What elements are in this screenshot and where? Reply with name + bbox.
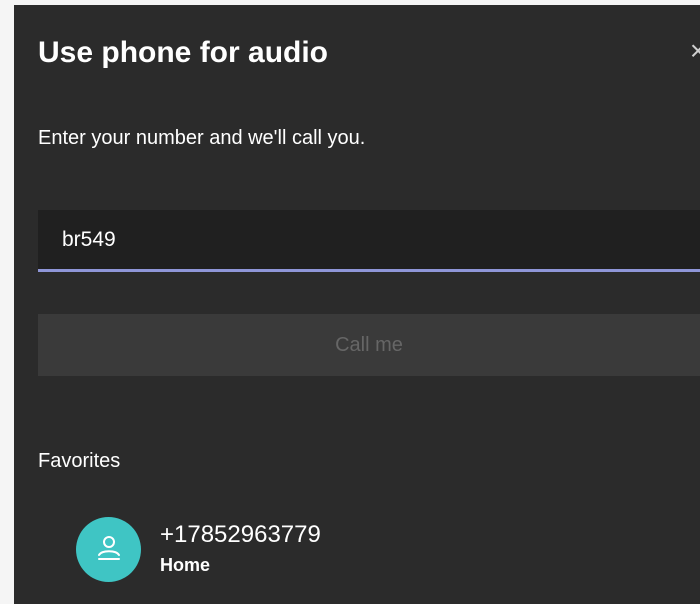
phone-number-field[interactable] xyxy=(38,210,700,272)
call-me-button[interactable]: Call me xyxy=(38,314,700,376)
close-icon: × xyxy=(689,35,700,66)
avatar xyxy=(76,517,141,582)
dialog-title: Use phone for audio xyxy=(38,36,329,69)
favorites-heading: Favorites xyxy=(38,450,121,472)
person-icon xyxy=(98,536,120,560)
favorite-contact-label: Home xyxy=(160,555,211,575)
favorite-contact-home[interactable]: +17852963779 Home xyxy=(76,511,376,583)
favorite-phone-number: +17852963779 xyxy=(160,521,321,548)
dialog-subtitle: Enter your number and we'll call you. xyxy=(38,127,366,149)
phone-number-input[interactable] xyxy=(62,225,662,255)
close-button[interactable]: × xyxy=(684,37,700,65)
phone-audio-dialog: Use phone for audio × Enter your number … xyxy=(14,5,700,604)
